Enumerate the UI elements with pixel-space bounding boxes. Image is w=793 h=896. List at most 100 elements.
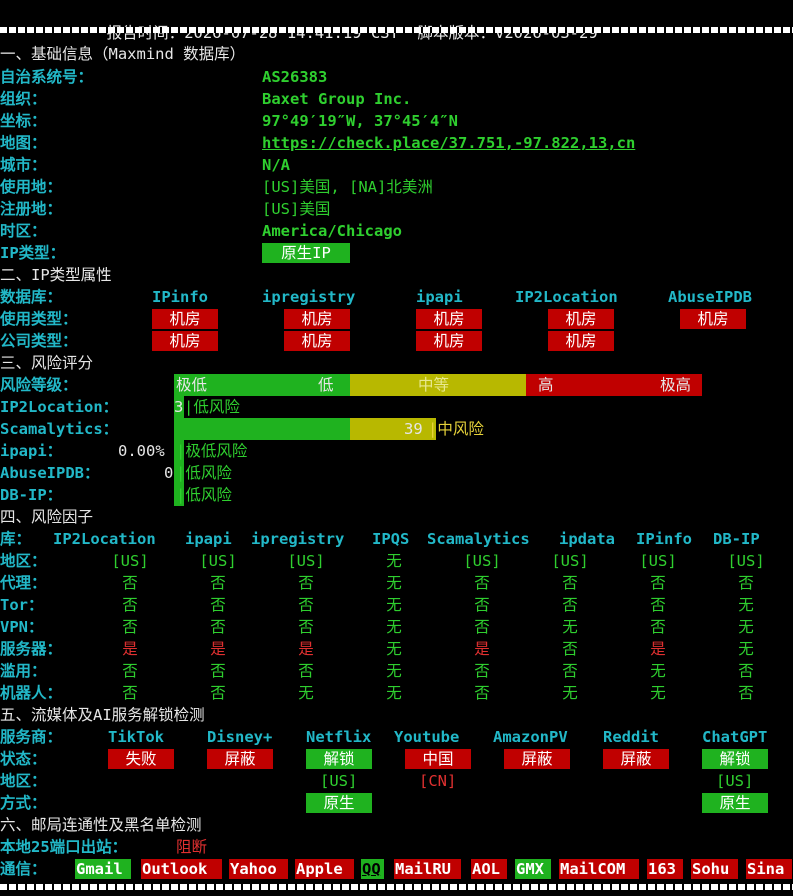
risk-abuseipdb-score: 0 (164, 464, 174, 482)
factors-db-dbip: DB-IP (713, 530, 760, 548)
mail-provider-gmail: Gmail (75, 859, 131, 879)
factor-cell: 是 (298, 640, 314, 658)
factor-cell: 否 (122, 574, 138, 592)
streaming-status-label: 状态： (0, 750, 47, 768)
factor-cell: 否 (298, 574, 314, 592)
factor-cell: 否 (210, 596, 226, 614)
factor-cell: 无 (386, 684, 402, 702)
factor-cell: 否 (210, 684, 226, 702)
factor-cell: 否 (210, 574, 226, 592)
factor-row-label: VPN： (0, 618, 44, 636)
risk-scamalytics-label: Scamalytics： (0, 420, 119, 438)
usage-badge: 机房 (548, 309, 614, 329)
risk-scamalytics-score: 39 (404, 420, 423, 438)
company-type-label: 公司类型： (0, 332, 78, 350)
map-link[interactable]: https://check.place/37.751,-97.822,13,cn (262, 132, 635, 154)
risk-abuseipdb-verdict: |低风险 (176, 464, 232, 482)
factor-cell: 无 (650, 662, 666, 680)
factors-db-ipapi: ipapi (185, 530, 232, 548)
factor-cell: 否 (210, 618, 226, 636)
risk-scale-medium: 中等 (418, 376, 450, 394)
risk-ipapi-score: 0.00% (118, 442, 165, 460)
mail-provider-sohu: Sohu (691, 859, 738, 879)
usage-badge: 机房 (152, 309, 218, 329)
mail-provider-163: 163 (647, 859, 683, 879)
factor-row-label: 地区： (0, 552, 47, 570)
usage-type-label: 使用类型： (0, 310, 78, 328)
factor-cell: 否 (562, 662, 578, 680)
factor-cell: [US] (639, 552, 677, 570)
usage-badge: 机房 (416, 309, 482, 329)
factor-cell: 无 (298, 684, 314, 702)
section-factors-title: 四、风险因子 (0, 508, 94, 526)
status-netflix: 解锁 (306, 749, 372, 769)
factor-cell: 否 (738, 684, 754, 702)
streaming-service-label: 服务商： (0, 728, 63, 746)
factor-cell: 无 (650, 684, 666, 702)
usage-badge: 机房 (284, 309, 350, 329)
risk-scale-very-high: 极高 (660, 376, 692, 394)
use-location-label: 使用地： (0, 178, 63, 196)
asn-value: AS26383 (262, 68, 328, 86)
iptype-db-ipapi: ipapi (416, 288, 463, 306)
factors-db-ipinfo: IPinfo (636, 530, 692, 548)
map-label: 地图： (0, 134, 47, 152)
factor-cell: 否 (562, 640, 578, 658)
separator-top (0, 27, 793, 33)
iptype-badge: 原生IP (262, 243, 350, 263)
method-chatgpt: 原生 (702, 793, 768, 813)
factor-cell: 无 (386, 618, 402, 636)
factor-cell: 否 (738, 574, 754, 592)
factor-cell: [US] (727, 552, 765, 570)
risk-ip2location-score: 3 (174, 398, 184, 416)
streaming-region-label: 地区： (0, 772, 47, 790)
factor-cell: 无 (562, 618, 578, 636)
reg-location-label: 注册地： (0, 200, 63, 218)
service-amazonpv: AmazonPV (493, 728, 568, 746)
risk-scale-low: 低 (318, 376, 334, 394)
factor-cell: 否 (474, 574, 490, 592)
factor-cell: 是 (210, 640, 226, 658)
iptype-db-ipinfo: IPinfo (152, 288, 208, 306)
section-iptype-title: 二、IP类型属性 (0, 266, 112, 284)
company-badge: 机房 (152, 331, 218, 351)
report-header: 报告时间：2026-07-28 14:41:19 CST 脚本版本：v2026-… (88, 0, 598, 42)
port25-value: 阻断 (176, 838, 208, 856)
mail-provider-qq: QQ (361, 859, 384, 879)
status-youtube: 中国 (405, 749, 471, 769)
iptype-db-abuseipdb: AbuseIPDB (668, 288, 752, 306)
mail-provider-sina: Sina (746, 859, 792, 879)
factors-db-ipdata: ipdata (559, 530, 615, 548)
service-chatgpt: ChatGPT (702, 728, 768, 746)
port25-label: 本地25端口出站： (0, 838, 128, 856)
region-netflix: [US] (320, 772, 358, 790)
status-amazonpv: 屏蔽 (504, 749, 570, 769)
section-mail-title: 六、邮局连通性及黑名单检测 (0, 816, 202, 834)
city-label: 城市： (0, 156, 47, 174)
timezone-value: America/Chicago (262, 222, 402, 240)
mail-provider-mailru: MailRU (394, 859, 461, 879)
service-disney: Disney+ (207, 728, 273, 746)
factor-cell: 否 (474, 596, 490, 614)
factors-db-scamalytics: Scamalytics (427, 530, 530, 548)
mail-provider-mailcom: MailCOM (559, 859, 639, 879)
factors-db-ipqs: IPQS (372, 530, 410, 548)
company-badge: 机房 (548, 331, 614, 351)
risk-scamalytics-bar-green (174, 418, 350, 440)
factor-row-label: 机器人： (0, 684, 63, 702)
section-risk-title: 三、风险评分 (0, 354, 94, 372)
factors-db-ip2location: IP2Location (53, 530, 156, 548)
factor-cell: 无 (386, 574, 402, 592)
factor-row-label: 服务器： (0, 640, 63, 658)
risk-ip2location-label: IP2Location： (0, 398, 119, 416)
risk-scamalytics-verdict: |中风险 (428, 420, 484, 438)
factor-cell: [US] (287, 552, 325, 570)
factor-cell: 否 (122, 618, 138, 636)
factor-row-label: 滥用： (0, 662, 47, 680)
status-reddit: 屏蔽 (603, 749, 669, 769)
factor-cell: 无 (386, 662, 402, 680)
factor-cell: 是 (650, 640, 666, 658)
factor-cell: 无 (738, 596, 754, 614)
factor-cell: 无 (738, 618, 754, 636)
risk-ipapi-label: ipapi： (0, 442, 63, 460)
